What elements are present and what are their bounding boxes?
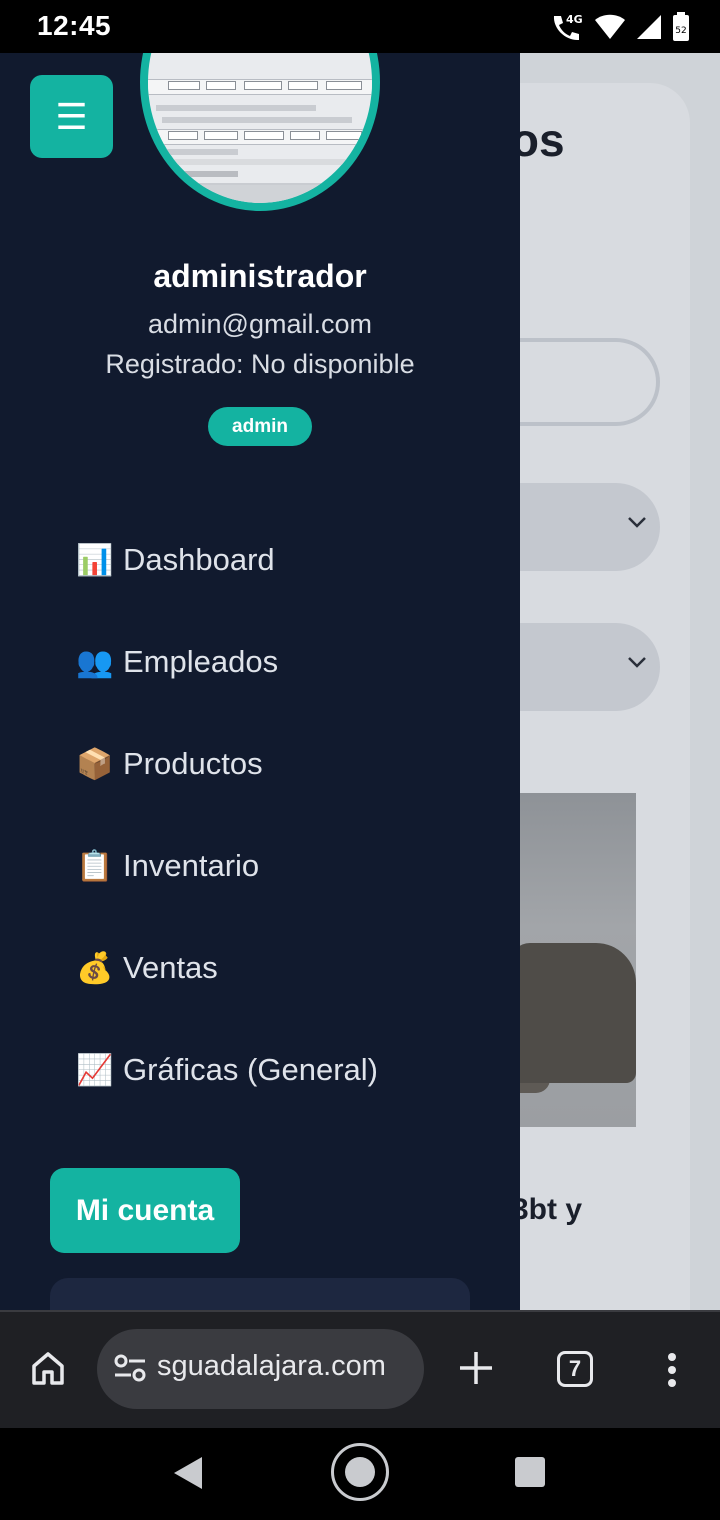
menu-item-label: Gráficas (General) [123, 1052, 378, 1087]
sofa-shape [510, 943, 636, 1083]
home-dot-icon [345, 1457, 375, 1487]
menu-item-ventas[interactable]: 💰 Ventas [75, 917, 378, 1019]
address-bar[interactable]: sguadalajara.com [97, 1329, 424, 1409]
browser-toolbar: sguadalajara.com 7 [0, 1310, 720, 1428]
drawer-bottom-card [50, 1278, 470, 1310]
svg-text:52: 52 [675, 26, 686, 36]
menu-toggle-button[interactable]: ☰ [30, 75, 113, 158]
battery-icon: 52 [673, 12, 689, 41]
tab-switcher-button[interactable]: 7 [557, 1351, 593, 1387]
chevron-down-icon [628, 657, 646, 668]
bar-chart-icon: 📊 [76, 543, 114, 577]
users-icon: 👥 [76, 645, 114, 679]
user-registered-date: Registrado: No disponible [105, 349, 415, 379]
side-drawer: ☰ administrador admin@gmail.com Registra… [0, 53, 520, 1310]
menu-item-label: Inventario [123, 848, 260, 883]
wifi-icon [595, 14, 625, 39]
status-icons: 4G 52 [550, 10, 690, 44]
clipboard-icon: 📋 [76, 849, 114, 883]
site-settings-icon[interactable] [113, 1353, 147, 1383]
background-product-caption: 3bt y [512, 1193, 583, 1226]
home-icon[interactable] [30, 1350, 66, 1386]
new-tab-icon[interactable] [458, 1350, 494, 1386]
app-viewport: ctos 3bt y [0, 53, 720, 1310]
menu-item-graficas[interactable]: 📈 Gráficas (General) [75, 1019, 378, 1121]
drawer-menu: 📊 Dashboard 👥 Empleados 📦 Productos 📋 In… [75, 509, 378, 1121]
avatar[interactable] [140, 53, 380, 211]
menu-item-label: Ventas [123, 950, 218, 985]
wifi-calling-icon: 4G [553, 13, 583, 41]
trend-chart-icon: 📈 [76, 1053, 114, 1087]
menu-item-inventario[interactable]: 📋 Inventario [75, 815, 378, 917]
clock: 12:45 [37, 10, 112, 41]
menu-item-empleados[interactable]: 👥 Empleados [75, 611, 378, 713]
back-icon[interactable] [172, 1456, 204, 1490]
more-options-icon[interactable] [666, 1352, 678, 1388]
chevron-down-icon [628, 517, 646, 528]
user-name: administrador [153, 258, 367, 294]
money-bag-icon: 💰 [76, 951, 114, 985]
url-text: sguadalajara.com [157, 1350, 386, 1382]
my-account-button[interactable]: Mi cuenta [50, 1168, 240, 1253]
home-nav-button[interactable] [331, 1443, 389, 1501]
menu-item-label: Productos [123, 746, 263, 781]
recent-apps-button[interactable] [515, 1457, 545, 1487]
menu-item-label: Dashboard [123, 542, 275, 577]
menu-item-productos[interactable]: 📦 Productos [75, 713, 378, 815]
menu-item-dashboard[interactable]: 📊 Dashboard [75, 509, 378, 611]
role-badge: admin [208, 407, 312, 446]
system-nav-bar [0, 1428, 720, 1520]
menu-item-label: Empleados [123, 644, 279, 679]
svg-text:4G: 4G [566, 13, 583, 26]
status-bar: 12:45 4G 52 [0, 0, 720, 53]
signal-icon [637, 15, 661, 39]
user-email: admin@gmail.com [148, 309, 372, 339]
package-icon: 📦 [76, 747, 114, 781]
